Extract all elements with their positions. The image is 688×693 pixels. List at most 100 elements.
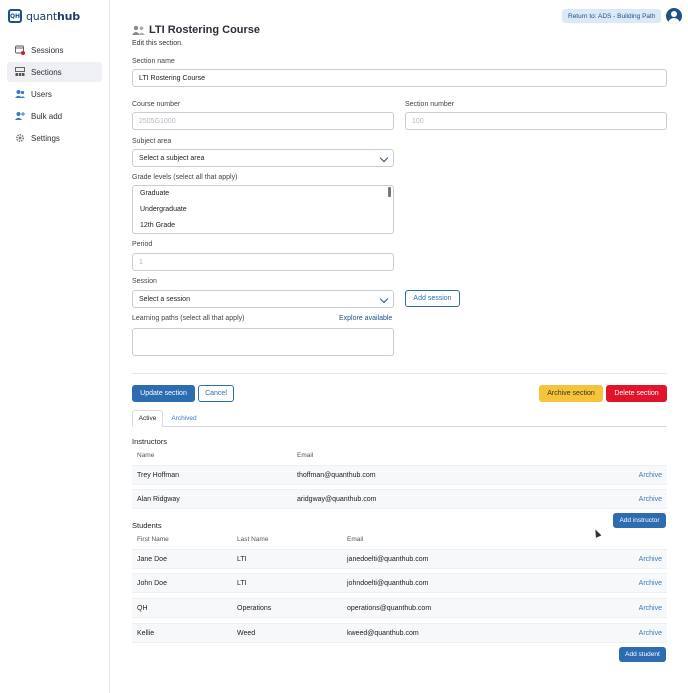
student-last-name: Weed: [237, 630, 256, 637]
student-first-name: John Doe: [137, 580, 167, 587]
learning-paths-label: Learning paths (select all that apply): [132, 315, 245, 322]
instructor-name: Alan Ridgway: [137, 496, 180, 503]
archive-link[interactable]: Archive: [639, 599, 662, 619]
column-header-email: Email: [347, 536, 364, 543]
column-header-first-name: First Name: [137, 536, 169, 543]
page-subtitle: Edit this section.: [132, 40, 183, 47]
table-row: Kellie Weed kweed@quanthub.com Archive: [132, 623, 667, 643]
table-row: Jane Doe LTI janedoelti@quanthub.com Arc…: [132, 549, 667, 569]
subject-area-select[interactable]: Select a subject area: [132, 149, 394, 167]
subject-area-value: Select a subject area: [139, 154, 205, 162]
student-last-name: LTI: [237, 580, 247, 587]
sections-icon: [15, 67, 25, 76]
table-row: John Doe LTI johndoelti@quanthub.com Arc…: [132, 573, 667, 593]
student-email: kweed@quanthub.com: [347, 630, 419, 637]
sidebar-item-label: Sessions: [31, 45, 64, 55]
grade-levels-label: Grade levels (select all that apply): [132, 174, 238, 181]
archive-section-button[interactable]: Archive section: [539, 385, 603, 402]
gear-icon: [15, 133, 25, 143]
users-icon: [15, 90, 25, 98]
logo-mark: QH: [8, 9, 22, 23]
sidebar-item-users[interactable]: Users: [7, 84, 102, 104]
grade-levels-listbox[interactable]: Graduate Undergraduate 12th Grade: [132, 185, 394, 234]
sidebar-item-label: Settings: [31, 133, 60, 143]
group-icon: [132, 25, 145, 35]
student-last-name: LTI: [237, 556, 247, 563]
section-number-label: Section number: [405, 101, 455, 108]
student-email: johndoelti@quanthub.com: [347, 580, 429, 587]
listbox-scrollbar[interactable]: [388, 187, 391, 197]
course-number-label: Course number: [132, 101, 181, 108]
sidebar-item-sessions[interactable]: Sessions: [7, 40, 102, 60]
table-row: QH Operations operations@quanthub.com Ar…: [132, 598, 667, 618]
add-instructor-button[interactable]: Add instructor: [613, 513, 666, 528]
explore-available-link[interactable]: Explore available: [339, 315, 392, 322]
student-last-name: Operations: [237, 605, 272, 612]
page-title: LTI Rostering Course: [132, 24, 260, 36]
learning-paths-field[interactable]: [132, 328, 394, 356]
section-name-input[interactable]: LTI Rostering Course: [132, 69, 667, 87]
sidebar-nav: Sessions Sections Users Bulk add Setting…: [7, 40, 102, 150]
period-input[interactable]: 1: [132, 253, 394, 271]
avatar[interactable]: [666, 8, 682, 24]
grade-level-option[interactable]: 12th Grade: [133, 218, 393, 233]
page-title-text: LTI Rostering Course: [149, 24, 261, 36]
archive-link[interactable]: Archive: [639, 550, 662, 570]
grade-level-option[interactable]: Graduate: [133, 186, 393, 202]
table-row: Alan Ridgway aridgway@quanthub.com Archi…: [132, 489, 667, 509]
student-first-name: QH: [137, 605, 148, 612]
archive-link[interactable]: Archive: [639, 466, 662, 486]
add-session-button[interactable]: Add session: [405, 290, 460, 307]
subject-area-label: Subject area: [132, 138, 172, 145]
add-student-button[interactable]: Add student: [619, 647, 666, 662]
update-section-button[interactable]: Update section: [132, 385, 195, 402]
section-number-input[interactable]: 100: [405, 112, 667, 130]
bulk-add-icon: [15, 112, 25, 120]
student-email: janedoelti@quanthub.com: [347, 556, 429, 563]
instructors-title: Instructors: [132, 437, 168, 446]
session-value: Select a session: [139, 295, 190, 303]
table-row: Trey Hoffman thoffman@quanthub.com Archi…: [132, 465, 667, 485]
delete-section-button[interactable]: Delete section: [606, 385, 667, 402]
instructor-name: Trey Hoffman: [137, 472, 180, 479]
tab-bar: Active Archived: [132, 410, 667, 427]
sidebar-item-settings[interactable]: Settings: [7, 128, 102, 148]
tab-archived[interactable]: Archived: [170, 410, 198, 427]
column-header-last-name: Last Name: [237, 536, 269, 543]
main-content: Return to: ADS - Building Path LTI Roste…: [110, 0, 688, 693]
student-first-name: Jane Doe: [137, 556, 167, 563]
archive-link[interactable]: Archive: [639, 490, 662, 510]
column-header-name: Name: [137, 452, 155, 459]
logo-text-light: quant: [26, 9, 57, 23]
sidebar-item-label: Sections: [31, 67, 62, 77]
sidebar: QH quanthub Sessions Sections Users Bulk…: [0, 0, 110, 693]
return-button[interactable]: Return to: ADS - Building Path: [562, 9, 662, 23]
instructor-email: aridgway@quanthub.com: [297, 496, 377, 503]
chevron-down-icon: [379, 294, 389, 304]
sidebar-item-label: Users: [31, 89, 52, 99]
archive-link[interactable]: Archive: [639, 574, 662, 594]
instructor-email: thoffman@quanthub.com: [297, 472, 376, 479]
logo[interactable]: QH quanthub: [8, 9, 80, 23]
grade-level-option[interactable]: Undergraduate: [133, 202, 393, 218]
sidebar-item-sections[interactable]: Sections: [7, 62, 102, 82]
students-title: Students: [132, 521, 162, 530]
course-number-input[interactable]: 2505G1000: [132, 112, 394, 130]
session-select[interactable]: Select a session: [132, 290, 394, 308]
section-name-label: Section name: [132, 58, 175, 65]
session-label: Session: [132, 278, 157, 285]
cancel-button[interactable]: Cancel: [198, 385, 234, 402]
chevron-down-icon: [379, 153, 389, 163]
divider: [132, 373, 667, 374]
student-first-name: Kellie: [137, 630, 155, 637]
tab-active[interactable]: Active: [132, 410, 163, 427]
period-label: Period: [132, 241, 153, 248]
column-header-email: Email: [297, 452, 314, 459]
logo-text: quanthub: [26, 10, 80, 23]
logo-text-bold: hub: [56, 9, 80, 23]
sessions-icon: [15, 45, 25, 55]
student-email: operations@quanthub.com: [347, 605, 432, 612]
archive-link[interactable]: Archive: [639, 624, 662, 644]
sidebar-item-bulk-add[interactable]: Bulk add: [7, 106, 102, 126]
sidebar-item-label: Bulk add: [31, 111, 63, 121]
